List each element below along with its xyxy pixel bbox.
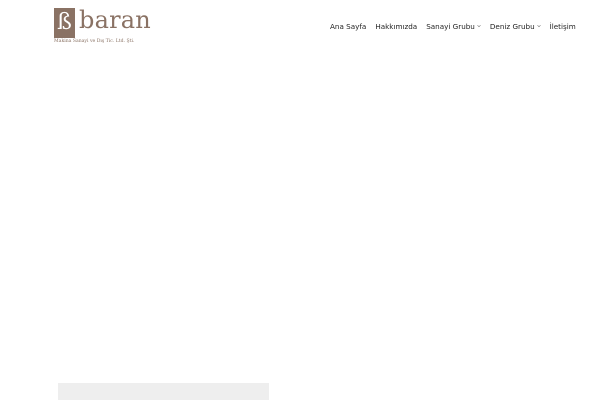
- nav-item-label: Sanayi Grubu: [426, 22, 475, 31]
- nav-item-label: Hakkımızda: [375, 22, 418, 31]
- nav-item-deniz-grubu[interactable]: Deniz Grubu: [490, 21, 541, 33]
- nav-item-iletisim[interactable]: İletişim: [550, 21, 576, 33]
- nav-item-label: Ana Sayfa: [330, 22, 367, 31]
- logo-wordmark: baran: [79, 6, 151, 34]
- site-header: ß baran Makina Sanayi ve Dış Tic. Ltd. Ş…: [0, 0, 600, 52]
- chevron-down-icon: [477, 24, 481, 28]
- page: ß baran Makina Sanayi ve Dış Tic. Ltd. Ş…: [0, 0, 600, 400]
- nav-item-hakkimizda[interactable]: Hakkımızda: [375, 21, 417, 33]
- site-logo[interactable]: ß baran Makina Sanayi ve Dış Tic. Ltd. Ş…: [54, 6, 151, 46]
- nav-item-label: Deniz Grubu: [489, 22, 535, 31]
- nav-item-sanayi-grubu[interactable]: Sanayi Grubu: [426, 21, 481, 33]
- nav-item-ana-sayfa[interactable]: Ana Sayfa: [330, 21, 366, 33]
- content-card-placeholder: [58, 383, 269, 400]
- logo-tagline: Makina Sanayi ve Dış Tic. Ltd. Şti.: [54, 39, 135, 44]
- hero-slider-area: [0, 52, 600, 378]
- nav-item-label: İletişim: [549, 22, 576, 31]
- main-nav: Ana Sayfa Hakkımızda Sanayi Grubu Deniz …: [330, 20, 576, 34]
- chevron-down-icon: [536, 24, 541, 28]
- logo-mark: ß: [54, 8, 75, 38]
